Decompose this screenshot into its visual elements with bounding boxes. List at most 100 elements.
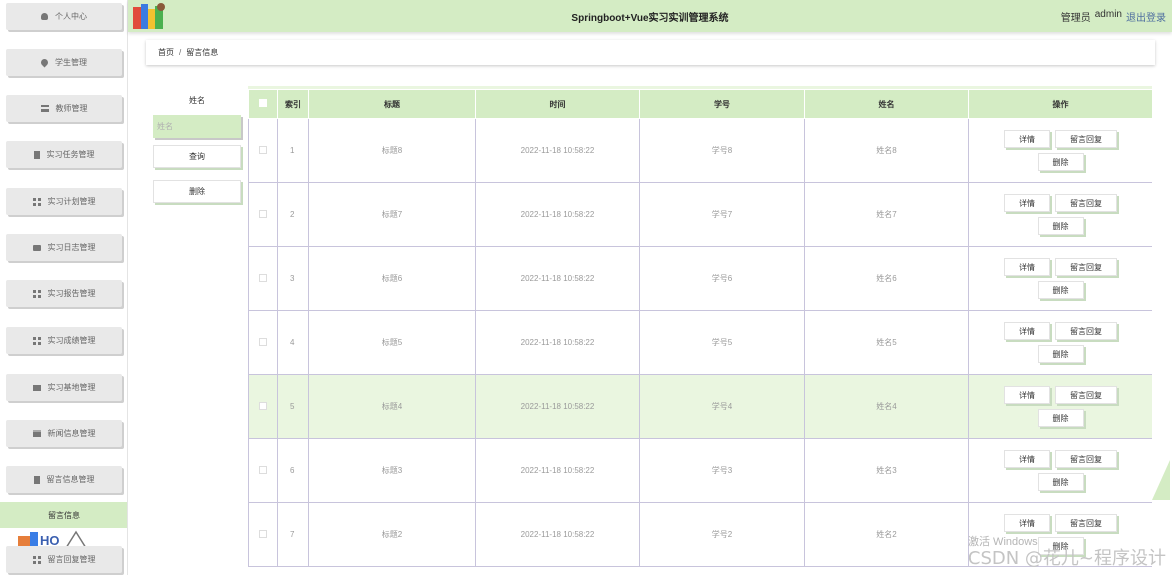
- detail-button[interactable]: 详情: [1004, 130, 1050, 148]
- breadcrumb-separator: /: [179, 48, 182, 57]
- news-icon: [32, 430, 41, 437]
- row-title: 标题2: [308, 502, 476, 567]
- sidebar-item-grades[interactable]: 实习成绩管理: [6, 327, 122, 354]
- user-area: 管理员 admin 退出登录: [1061, 9, 1166, 24]
- column-header: 姓名: [804, 89, 969, 119]
- system-title: Springboot+Vue实习实训管理系统: [571, 13, 729, 24]
- row-checkbox[interactable]: [259, 401, 267, 410]
- sidebar-item-label: 学生管理: [55, 58, 87, 67]
- delete-button[interactable]: 删除: [1037, 217, 1084, 235]
- detail-button[interactable]: 详情: [1004, 322, 1050, 340]
- table-row[interactable]: 3 标题6 2022-11-18 10:58:22 学号6 姓名6 详情 留言回复…: [248, 246, 1152, 311]
- column-header: 操作: [968, 89, 1152, 119]
- sidebar-item-plans[interactable]: 实习计划管理: [6, 188, 122, 215]
- row-student-no: 学号6: [639, 246, 805, 311]
- sidebar-item-profile[interactable]: 个人中心: [6, 3, 122, 30]
- logout-link[interactable]: 退出登录: [1126, 9, 1166, 24]
- row-index: 3: [277, 246, 309, 311]
- row-title: 标题6: [308, 246, 476, 311]
- sidebar-item-messages[interactable]: 留言信息管理: [6, 466, 122, 493]
- row-time: 2022-11-18 10:58:22: [475, 374, 640, 439]
- reply-button[interactable]: 留言回复: [1055, 514, 1117, 532]
- row-title: 标题7: [308, 182, 476, 247]
- column-header: 学号: [639, 89, 805, 119]
- table-row[interactable]: 6 标题3 2022-11-18 10:58:22 学号3 姓名3 详情 留言回复…: [248, 438, 1152, 503]
- reply-button[interactable]: 留言回复: [1055, 450, 1117, 468]
- row-student-no: 学号7: [639, 182, 805, 247]
- top-header: Springboot+Vue实习实训管理系统 管理员 admin 退出登录: [128, 0, 1172, 32]
- list-icon: [40, 105, 49, 112]
- delete-button[interactable]: 删除: [1037, 281, 1084, 299]
- row-title: 标题4: [308, 374, 476, 439]
- delete-button[interactable]: 删除: [1037, 409, 1084, 427]
- sidebar-item-news[interactable]: 新闻信息管理: [6, 420, 122, 447]
- box-icon: [32, 244, 41, 251]
- sidebar-subitem-label: 留言信息: [48, 510, 80, 520]
- query-button[interactable]: 查询: [153, 145, 241, 168]
- sidebar-item-label: 实习成绩管理: [47, 336, 96, 345]
- sidebar-item-logs[interactable]: 实习日志管理: [6, 234, 122, 261]
- sidebar-item-teachers[interactable]: 教师管理: [6, 95, 122, 122]
- row-checkbox[interactable]: [259, 529, 267, 538]
- grid-icon: [32, 555, 41, 564]
- sidebar-item-label: 留言信息管理: [46, 475, 95, 484]
- sidebar-subitem-message-info[interactable]: 留言信息: [0, 502, 127, 528]
- row-checkbox[interactable]: [259, 145, 267, 154]
- row-time: 2022-11-18 10:58:22: [475, 246, 640, 311]
- detail-button[interactable]: 详情: [1004, 450, 1050, 468]
- reply-button[interactable]: 留言回复: [1055, 258, 1117, 276]
- row-index: 5: [277, 374, 309, 439]
- reply-button[interactable]: 留言回复: [1055, 194, 1117, 212]
- row-student-no: 学号3: [639, 438, 805, 503]
- detail-button[interactable]: 详情: [1004, 258, 1050, 276]
- sidebar-item-label: 实习任务管理: [46, 150, 95, 159]
- row-index: 1: [277, 118, 309, 183]
- column-header: 时间: [475, 89, 640, 119]
- sidebar-item-students[interactable]: 学生管理: [6, 49, 122, 76]
- row-name: 姓名7: [804, 182, 969, 247]
- user-name: admin: [1094, 9, 1122, 20]
- name-search-input[interactable]: [153, 115, 241, 138]
- grid-icon: [32, 289, 41, 298]
- sidebar-item-tasks[interactable]: 实习任务管理: [6, 141, 122, 168]
- row-actions: 详情 留言回复删除: [969, 450, 1152, 491]
- row-checkbox[interactable]: [259, 273, 267, 282]
- delete-button[interactable]: 删除: [1037, 153, 1084, 171]
- delete-button[interactable]: 删除: [1037, 473, 1084, 491]
- user-role: 管理员: [1060, 13, 1091, 24]
- row-time: 2022-11-18 10:58:22: [475, 118, 640, 183]
- reply-button[interactable]: 留言回复: [1055, 386, 1117, 404]
- monitor-icon: [32, 384, 41, 391]
- row-actions: 详情 留言回复删除: [969, 386, 1152, 427]
- table-row[interactable]: 2 标题7 2022-11-18 10:58:22 学号7 姓名7 详情 留言回复…: [248, 182, 1152, 247]
- delete-selected-button[interactable]: 删除: [153, 180, 241, 203]
- table-row[interactable]: 4 标题5 2022-11-18 10:58:22 学号5 姓名5 详情 留言回复…: [248, 310, 1152, 375]
- detail-button[interactable]: 详情: [1004, 514, 1050, 532]
- row-checkbox[interactable]: [259, 209, 267, 218]
- sidebar-item-label: 实习计划管理: [47, 197, 96, 206]
- decoration-illustration: HO: [18, 530, 87, 548]
- detail-button[interactable]: 详情: [1004, 386, 1050, 404]
- row-name: 姓名2: [804, 502, 969, 567]
- message-table-container: 索引 标题 时间 学号 姓名 操作 1 标题8 2022-11-18 10:58…: [248, 86, 1152, 575]
- document-icon: [33, 150, 40, 159]
- breadcrumb-home[interactable]: 首页: [158, 47, 174, 58]
- sidebar-item-bases[interactable]: 实习基地管理: [6, 374, 122, 401]
- row-index: 6: [277, 438, 309, 503]
- table-row[interactable]: 1 标题8 2022-11-18 10:58:22 学号8 姓名8 详情 留言回复…: [248, 118, 1152, 183]
- user-icon: [41, 13, 48, 20]
- sidebar-item-replies[interactable]: 留言回复管理: [6, 546, 122, 573]
- column-header: 标题: [308, 89, 476, 119]
- detail-button[interactable]: 详情: [1004, 194, 1050, 212]
- csdn-watermark: CSDN @花儿~程序设计: [967, 548, 1166, 569]
- sidebar-item-reports[interactable]: 实习报告管理: [6, 280, 122, 307]
- row-checkbox[interactable]: [259, 465, 267, 474]
- delete-button[interactable]: 删除: [1037, 345, 1084, 363]
- breadcrumb-current: 留言信息: [186, 48, 219, 57]
- select-all-checkbox[interactable]: [259, 99, 267, 107]
- select-all-cell[interactable]: [248, 89, 278, 119]
- reply-button[interactable]: 留言回复: [1055, 130, 1117, 148]
- row-checkbox[interactable]: [259, 337, 267, 346]
- reply-button[interactable]: 留言回复: [1055, 322, 1117, 340]
- table-row-highlighted[interactable]: 5 标题4 2022-11-18 10:58:22 学号4 姓名4 详情 留言回复…: [248, 374, 1152, 439]
